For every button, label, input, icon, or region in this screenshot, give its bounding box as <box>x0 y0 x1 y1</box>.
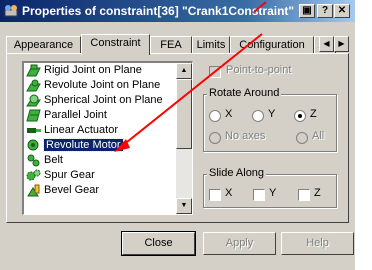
no-axes-radio[interactable] <box>209 132 221 144</box>
tab-limits[interactable]: Limits <box>192 36 230 54</box>
slide-x-label: X <box>225 187 233 199</box>
slide-y-checkbox[interactable] <box>253 189 265 201</box>
list-item-selected[interactable]: Revolute Motor <box>24 138 192 153</box>
all-axes-radio[interactable] <box>296 132 308 144</box>
slide-y-label: Y <box>269 187 277 199</box>
slide-x-checkbox[interactable] <box>209 189 221 201</box>
spherical-joint-icon <box>26 94 41 107</box>
bevel-gear-icon <box>27 184 40 197</box>
parallel-joint-icon <box>26 109 41 122</box>
maximize-button[interactable]: ▣ <box>299 4 315 18</box>
app-icon <box>4 5 18 17</box>
close-button[interactable]: Close <box>121 231 196 256</box>
list-item[interactable]: Belt <box>24 153 192 168</box>
tab-configuration[interactable]: Configuration <box>230 36 314 54</box>
slide-z-checkbox[interactable] <box>298 189 310 201</box>
rotate-y-label: Y <box>268 108 276 120</box>
list-item[interactable]: Bevel Gear <box>24 183 192 198</box>
rotate-x-radio[interactable] <box>209 110 221 122</box>
scroll-up-button[interactable]: ▲ <box>176 63 192 79</box>
title-bar: Properties of constraint[36] "Crank1Cons… <box>0 0 355 22</box>
revolute-joint-icon <box>26 79 41 92</box>
tab-scroll-right-button[interactable]: ▶ <box>334 36 349 52</box>
scroll-thumb[interactable] <box>176 79 192 149</box>
all-axes-label: All <box>312 130 325 142</box>
rotate-around-label: Rotate Around <box>207 87 282 99</box>
point-to-point-checkbox[interactable] <box>209 66 221 78</box>
tab-appearance[interactable]: Appearance <box>6 36 81 54</box>
list-item[interactable]: Parallel Joint <box>24 108 192 123</box>
list-item[interactable]: Rigid Joint on Plane <box>24 63 192 78</box>
rotate-x-label: X <box>225 108 233 120</box>
rotate-z-radio[interactable] <box>294 110 306 122</box>
rigid-joint-icon <box>26 64 41 77</box>
constraint-type-list[interactable]: Rigid Joint on Plane Revolute Joint on P… <box>22 61 193 215</box>
tab-scroll-left-button[interactable]: ◀ <box>319 36 334 52</box>
help-button[interactable]: Help <box>281 232 354 255</box>
list-item[interactable]: Revolute Joint on Plane <box>24 78 192 93</box>
tab-fea[interactable]: FEA <box>150 36 192 54</box>
window-title: Properties of constraint[36] "Crank1Cons… <box>22 4 295 18</box>
tab-constraint[interactable]: Constraint <box>81 34 150 55</box>
tab-strip: Appearance Constraint FEA Limits Configu… <box>6 34 349 55</box>
linear-actuator-icon <box>27 128 41 133</box>
belt-icon <box>27 154 40 167</box>
revolute-motor-icon <box>27 139 39 151</box>
list-item[interactable]: Linear Actuator <box>24 123 192 138</box>
list-scrollbar[interactable]: ▲ ▼ <box>176 63 192 214</box>
rotate-z-label: Z <box>310 108 317 120</box>
no-axes-label: No axes <box>225 130 266 142</box>
slide-along-label: Slide Along <box>207 167 267 179</box>
close-title-button[interactable]: ✕ <box>334 4 350 18</box>
help-title-button[interactable]: ? <box>317 4 333 18</box>
rotate-y-radio[interactable] <box>252 110 264 122</box>
slide-z-label: Z <box>314 187 321 199</box>
properties-dialog: Properties of constraint[36] "Crank1Cons… <box>0 0 355 270</box>
list-item[interactable]: Spur Gear <box>24 168 192 183</box>
rotate-around-group <box>203 94 337 152</box>
scroll-down-button[interactable]: ▼ <box>176 198 192 214</box>
apply-button[interactable]: Apply <box>203 232 276 255</box>
list-item[interactable]: Spherical Joint on Plane <box>24 93 192 108</box>
spur-gear-icon <box>26 169 41 181</box>
point-to-point-label: Point-to-point <box>226 64 292 76</box>
